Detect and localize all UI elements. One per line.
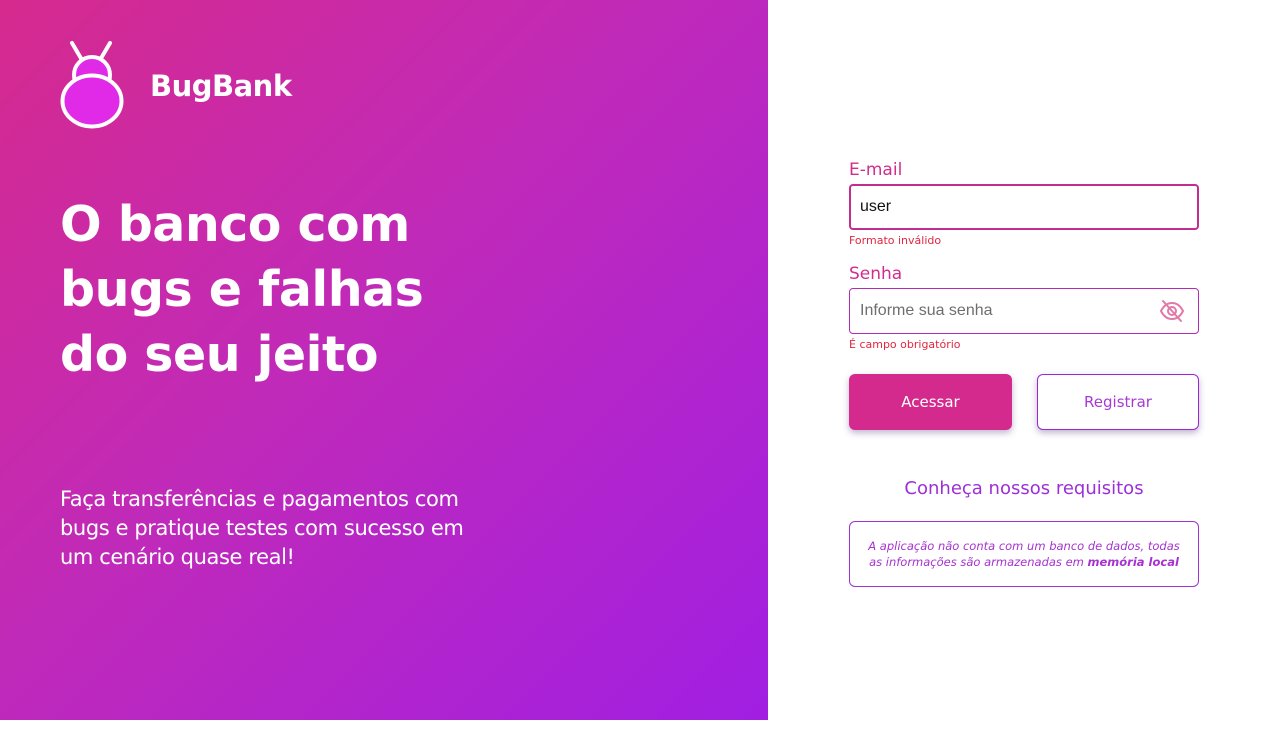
hero-subtext-line: Faça transferências e pagamentos com <box>60 487 459 511</box>
action-buttons: Acessar Registrar <box>849 374 1199 430</box>
password-error: É campo obrigatório <box>849 338 961 351</box>
hero-headline: O banco com bugs e falhas do seu jeito <box>60 192 620 387</box>
hero-headline-line: bugs e falhas <box>60 261 424 318</box>
hero-subtext-line: um cenário quase real! <box>60 545 295 569</box>
brand-name: BugBank <box>150 69 292 103</box>
email-field-group: E-mail Formato inválido <box>849 158 1199 262</box>
hero-headline-line: O banco com <box>60 196 410 253</box>
hero-subtext-line: bugs e pratique testes com sucesso em <box>60 516 464 540</box>
password-input[interactable] <box>850 289 1198 333</box>
brand-logo: BugBank <box>58 40 292 130</box>
password-field-group: Senha É campo obrigatório <box>849 262 1199 353</box>
email-label: E-mail <box>849 160 903 180</box>
login-form: E-mail Formato inválido Senha É campo ob… <box>849 158 1199 587</box>
local-storage-notice: A aplicação não conta com um banco de da… <box>849 521 1199 587</box>
hero-subtext: Faça transferências e pagamentos com bug… <box>60 485 520 572</box>
hero-panel: BugBank O banco com bugs e falhas do seu… <box>0 0 768 720</box>
password-input-box <box>849 288 1199 334</box>
requirements-link[interactable]: Conheça nossos requisitos <box>849 478 1199 499</box>
bug-logo-icon <box>60 41 124 129</box>
notice-emphasis: memória local <box>1087 555 1179 569</box>
email-input-box <box>849 184 1199 230</box>
register-button[interactable]: Registrar <box>1037 374 1199 430</box>
hero-headline-line: do seu jeito <box>60 326 379 383</box>
notice-text-wrapper: A aplicação não conta com um banco de da… <box>864 538 1184 570</box>
password-label: Senha <box>849 264 903 284</box>
email-error: Formato inválido <box>849 234 942 247</box>
eye-off-icon[interactable] <box>1159 299 1185 323</box>
email-input[interactable] <box>851 186 1197 228</box>
access-button[interactable]: Acessar <box>849 374 1012 430</box>
